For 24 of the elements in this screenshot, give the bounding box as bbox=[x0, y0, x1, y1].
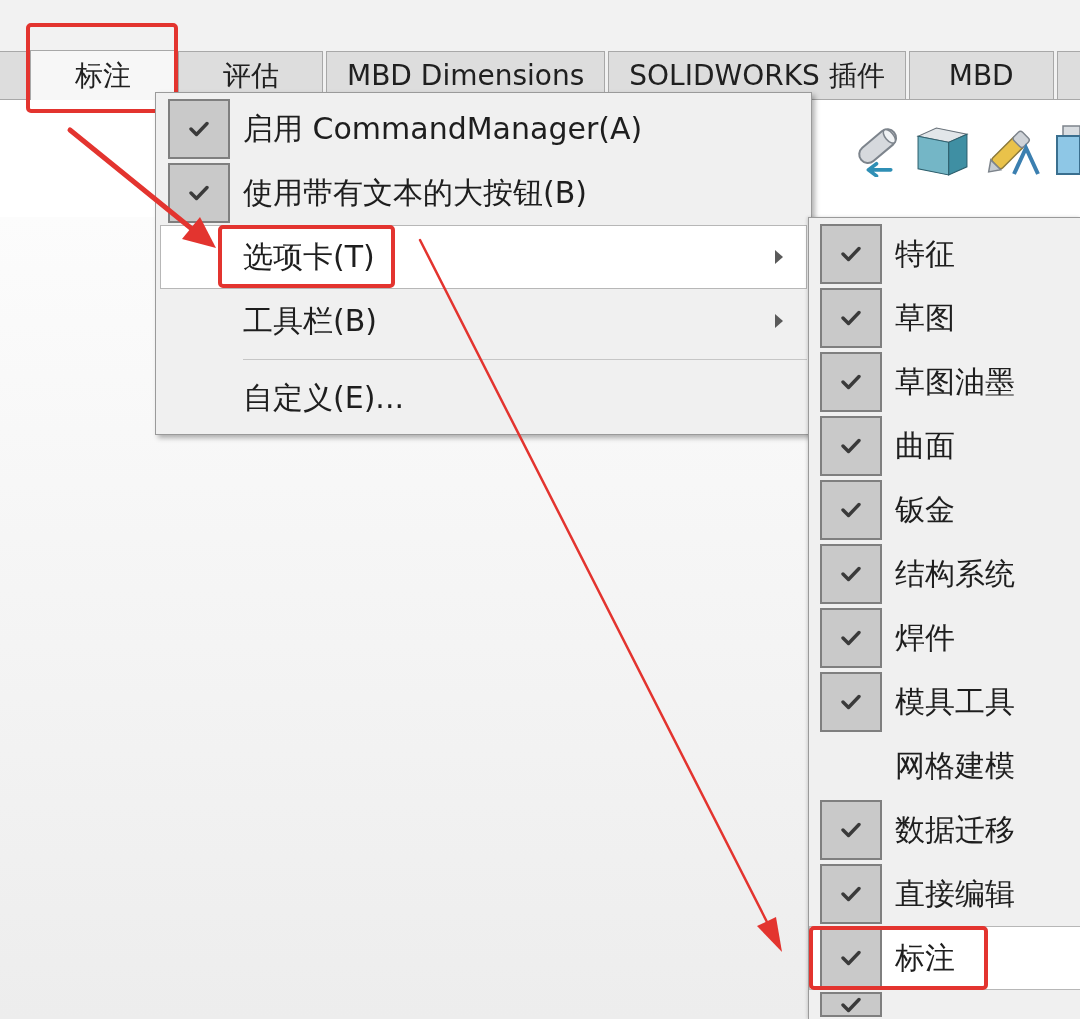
menu-item[interactable]: 焊件 bbox=[809, 606, 1080, 670]
tab[interactable]: SOLIDWORKS 插件 bbox=[608, 51, 906, 99]
box-icon[interactable] bbox=[1055, 124, 1080, 176]
menu-item[interactable]: 选项卡(T) bbox=[160, 225, 807, 289]
menu-item[interactable]: 工具栏(B) bbox=[160, 289, 807, 353]
menu-item[interactable]: 曲面 bbox=[809, 414, 1080, 478]
menu-item[interactable]: 标注 bbox=[809, 926, 1080, 990]
menu-item[interactable]: 直接编辑 bbox=[809, 862, 1080, 926]
menu-item[interactable]: 钣金 bbox=[809, 478, 1080, 542]
tab[interactable]: 标注 bbox=[30, 50, 175, 100]
menu-item[interactable]: 特征 bbox=[809, 222, 1080, 286]
menu-item[interactable]: 自定义(E)... bbox=[160, 366, 807, 430]
menu-item[interactable]: 使用带有文本的大按钮(B) bbox=[160, 161, 807, 225]
menu-item[interactable]: 草图油墨 bbox=[809, 350, 1080, 414]
menu-item[interactable]: 网格建模 bbox=[809, 734, 1080, 798]
menu-item[interactable]: 数据迁移 bbox=[809, 798, 1080, 862]
tab[interactable] bbox=[1056, 51, 1080, 99]
block-icon[interactable] bbox=[916, 124, 969, 177]
tab[interactable]: MBD bbox=[908, 51, 1054, 99]
menu-item[interactable]: 启用 CommandManager(A) bbox=[160, 97, 807, 161]
menu-item[interactable]: 草图 bbox=[809, 286, 1080, 350]
menu-item[interactable]: 结构系统 bbox=[809, 542, 1080, 606]
menu-item[interactable]: 模具工具 bbox=[809, 670, 1080, 734]
tab[interactable] bbox=[0, 51, 27, 99]
